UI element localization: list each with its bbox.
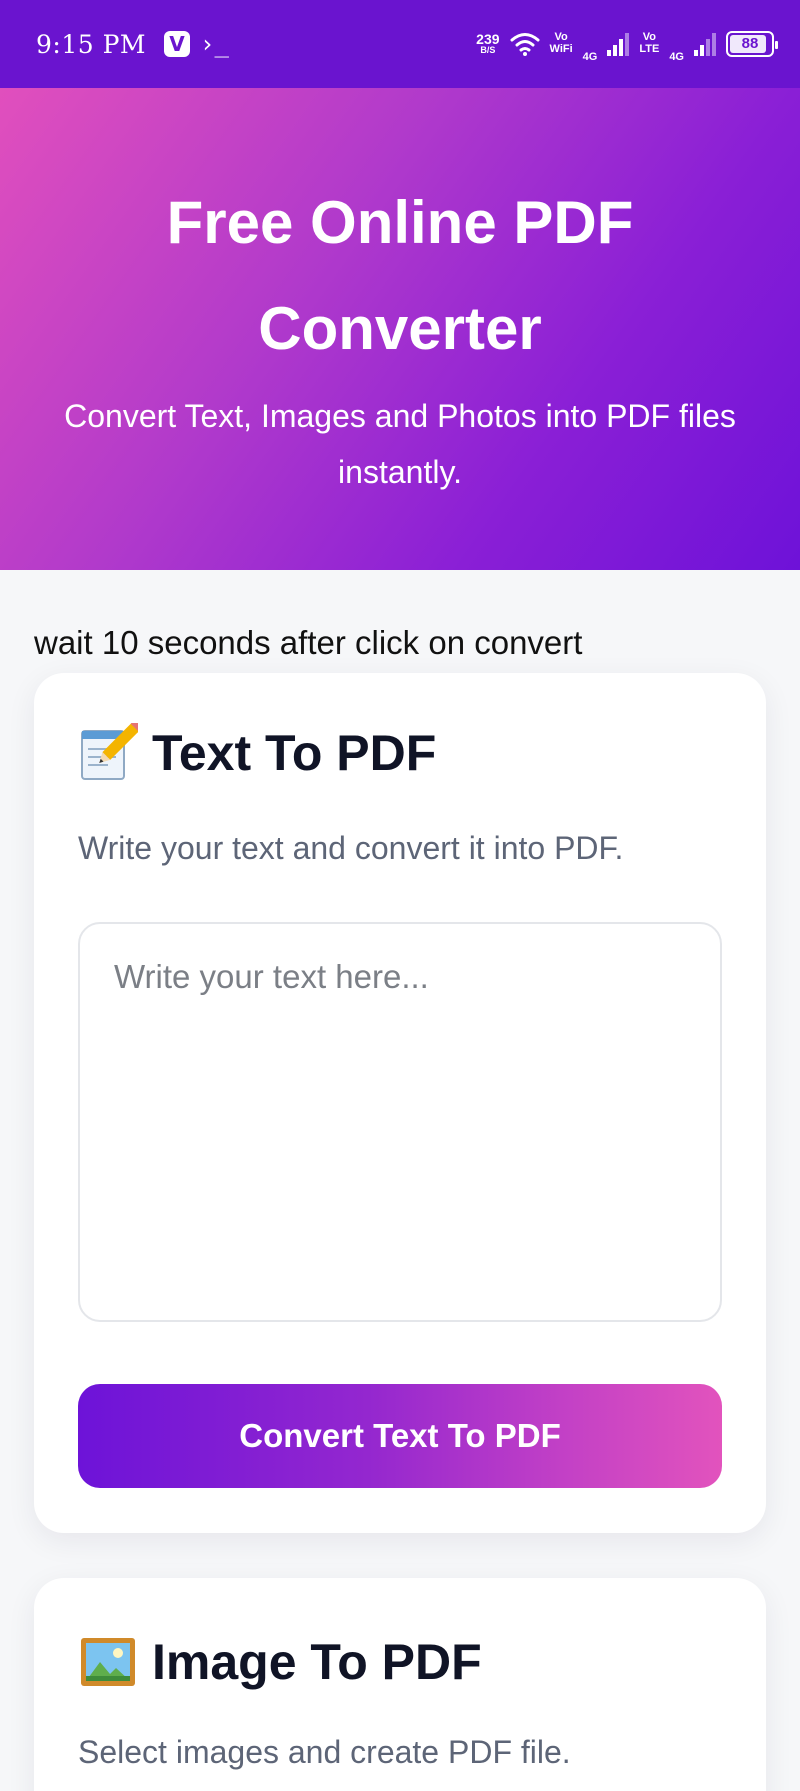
network-type-2: 4G — [669, 51, 684, 64]
network-speed-unit: B/S — [480, 45, 496, 56]
convert-text-button[interactable]: Convert Text To PDF — [78, 1384, 722, 1488]
image-to-pdf-card: Image To PDF Select images and create PD… — [34, 1578, 766, 1791]
text-input[interactable] — [78, 922, 722, 1322]
wait-notice: wait 10 seconds after click on convert — [34, 624, 583, 661]
terminal-notification-icon: ›_ — [200, 30, 229, 58]
memo-pencil-icon — [81, 723, 138, 780]
hero-banner: Free Online PDF Converter Convert Text, … — [0, 88, 800, 570]
battery-level: 88 — [741, 35, 759, 53]
card-title: Image To PDF — [152, 1634, 482, 1690]
signal-icon — [607, 32, 630, 56]
text-to-pdf-card: Text To PDF Write your text and convert … — [34, 673, 766, 1533]
text-to-pdf-heading: Text To PDF — [78, 723, 436, 783]
volte-indicator: Vo LTE — [639, 31, 660, 55]
network-speed: 239 B/S — [476, 32, 499, 55]
card-description: Select images and create PDF file. — [78, 1734, 571, 1770]
card-description: Write your text and convert it into PDF. — [78, 830, 624, 866]
image-to-pdf-heading: Image To PDF — [78, 1632, 482, 1692]
network-speed-value: 239 — [476, 31, 500, 48]
network-type-1: 4G — [582, 51, 598, 64]
page-subtitle: Convert Text, Images and Photos into PDF… — [64, 398, 736, 490]
vowifi-indicator: Vo WiFi — [549, 31, 573, 55]
signal-icon-2 — [694, 32, 716, 56]
wifi-icon — [510, 32, 540, 56]
card-title: Text To PDF — [152, 725, 437, 781]
battery-icon: 88 — [726, 30, 778, 57]
status-bar: 9:15 PM V ›_ 239 B/S Vo WiFi 4G Vo LTE 4G … — [0, 0, 800, 88]
app-notification-icon: V — [164, 31, 191, 57]
page-title: Free Online PDF Converter — [166, 189, 634, 362]
status-icons: 239 B/S Vo WiFi 4G Vo LTE 4G 88 — [476, 24, 778, 64]
framed-picture-icon — [81, 1638, 135, 1686]
clock: 9:15 PM — [36, 29, 147, 59]
